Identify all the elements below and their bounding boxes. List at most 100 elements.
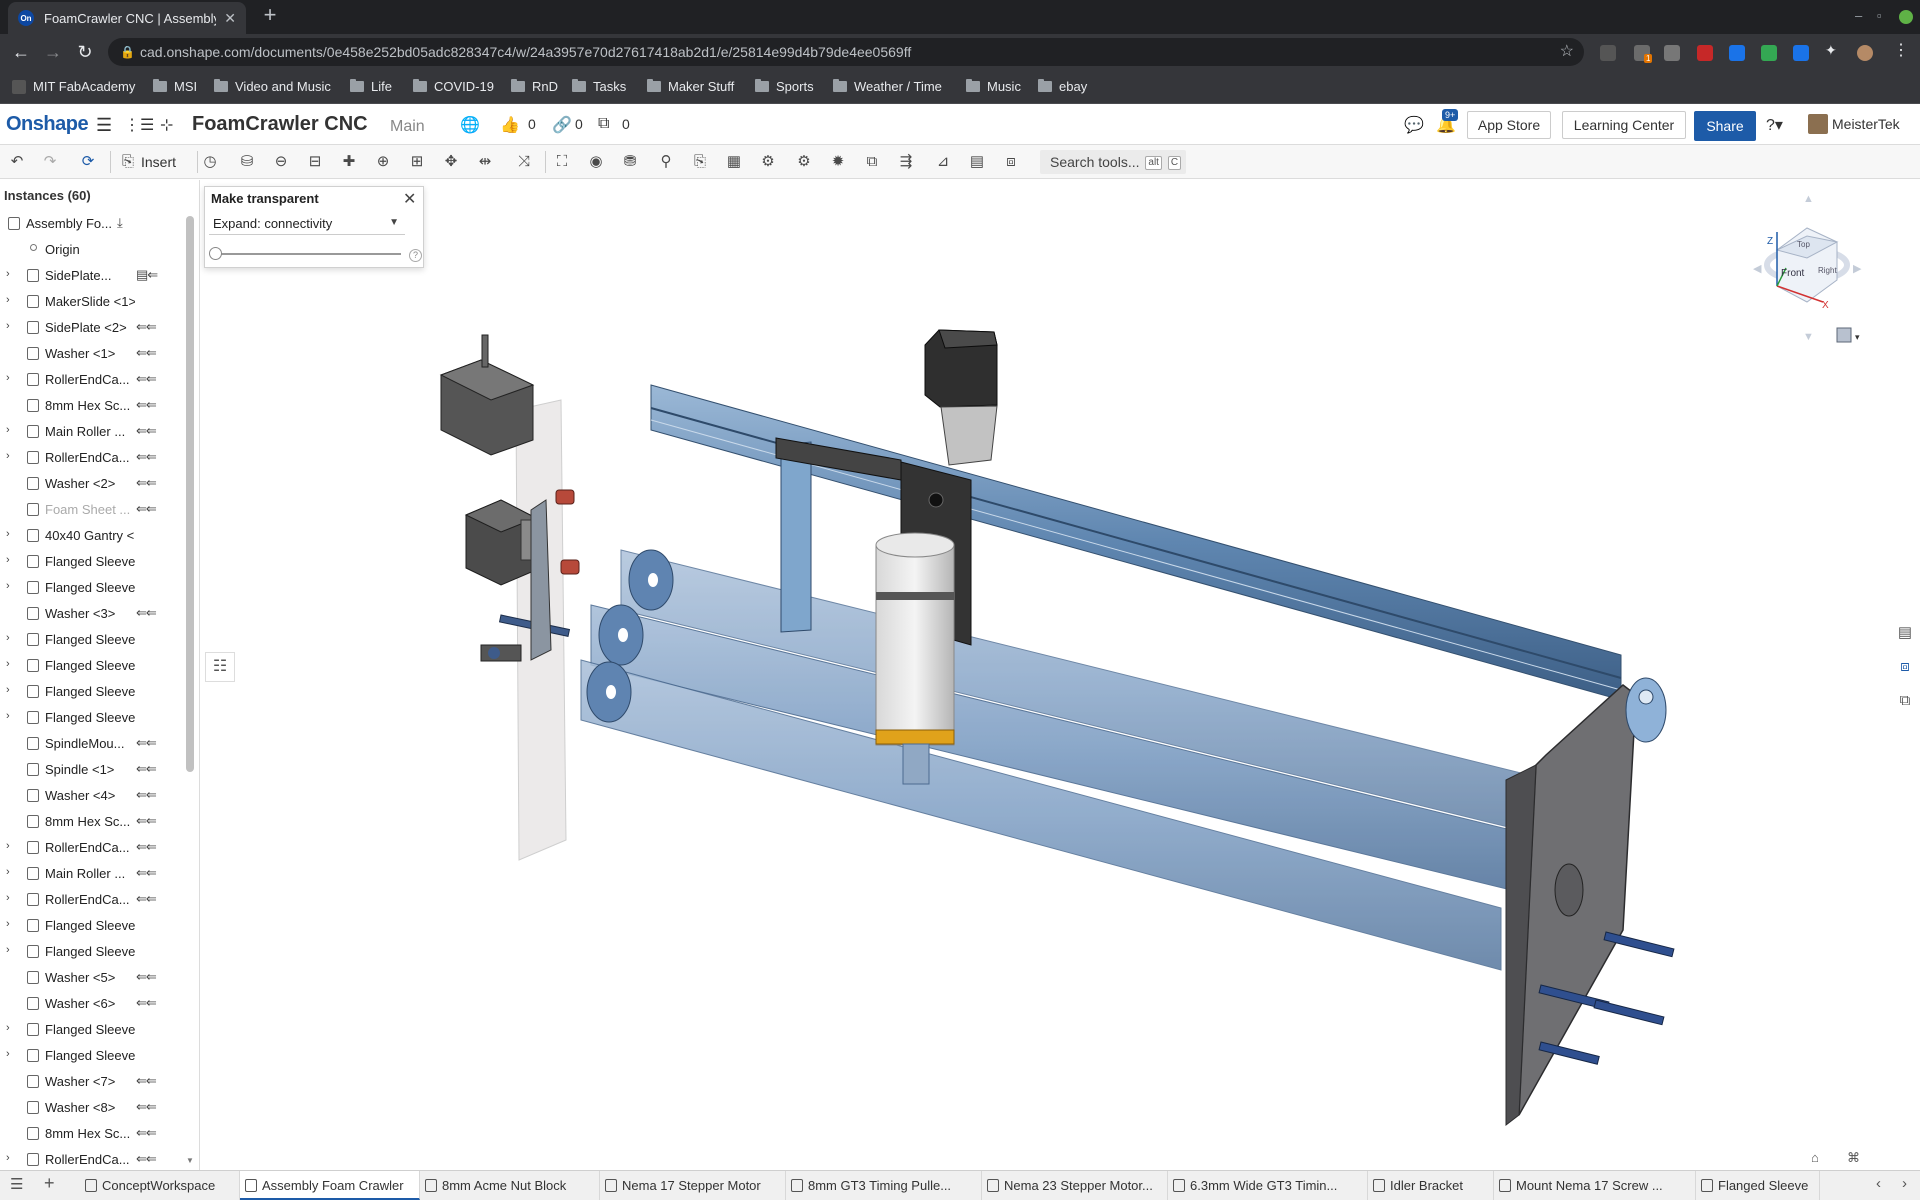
feature-list-icon[interactable]: ⋮☰	[124, 115, 154, 135]
circular-pattern-icon[interactable]: ⎘	[690, 152, 710, 172]
instance-tree-item[interactable]: Foam Sheet ... ⇐⇐	[0, 496, 190, 522]
width-mate-icon[interactable]: ⇶	[896, 152, 916, 172]
learning-center-button[interactable]: Learning Center	[1562, 111, 1686, 139]
fastened-mate-icon[interactable]: ⛁	[237, 152, 257, 172]
instance-tree-item[interactable]: Washer <2> ⇐⇐	[0, 470, 190, 496]
instance-tree-item[interactable]: › MakerSlide <1>	[0, 288, 190, 314]
mirror-icon[interactable]: ▦	[724, 152, 744, 172]
expand-chevron-icon[interactable]: ›	[6, 268, 10, 280]
close-tab-icon[interactable]: ✕	[224, 10, 236, 27]
element-tab[interactable]: Nema 17 Stepper Motor	[600, 1171, 786, 1200]
instance-tree-item[interactable]: 8mm Hex Sc... ⇐⇐	[0, 808, 190, 834]
search-tools-input[interactable]: Search tools... alt C	[1040, 150, 1186, 174]
element-tab[interactable]: Assembly Foam Crawler	[240, 1171, 420, 1200]
nema-23-stepper-motor[interactable]	[439, 334, 535, 456]
restore-window-icon[interactable]: ▫	[1877, 8, 1882, 23]
element-tab[interactable]: Mount Nema 17 Screw ...	[1494, 1171, 1696, 1200]
view-options-icon[interactable]	[1836, 327, 1852, 343]
configurations-panel-icon[interactable]: ⧉	[1892, 688, 1918, 714]
onshape-logo[interactable]: Onshape	[6, 113, 89, 136]
expand-chevron-icon[interactable]: ›	[6, 840, 10, 852]
parallel-mate-icon[interactable]: ⇹	[475, 152, 495, 172]
z-axis-stepper-motor[interactable]	[924, 329, 998, 466]
mate-connector-icon[interactable]: ◉	[586, 152, 606, 172]
rotate-right-icon[interactable]: ▶	[1853, 263, 1862, 275]
tab-list-icon[interactable]: ☰	[10, 1175, 23, 1193]
instance-tree-item[interactable]: › Flanged Sleeve Bea...	[0, 626, 190, 652]
bookmark-folder[interactable]: Weather / Time	[833, 79, 942, 94]
viewcube-front-label[interactable]: Front	[1781, 268, 1805, 279]
element-tab[interactable]: 8mm GT3 Timing Pulle...	[786, 1171, 982, 1200]
expand-mode-select[interactable]: Expand: connectivity ▼	[209, 213, 405, 235]
user-avatar[interactable]	[1808, 114, 1828, 134]
instance-tree-item[interactable]: › Flanged Sleeve Bea...	[0, 548, 190, 574]
undo-icon[interactable]: ↶	[7, 152, 27, 172]
expand-chevron-icon[interactable]: ›	[6, 658, 10, 670]
rotate-down-icon[interactable]: ▼	[1803, 331, 1814, 343]
element-tab[interactable]: Flanged Sleeve	[1696, 1171, 1820, 1200]
viewcube-right-label[interactable]: Right	[1818, 266, 1837, 275]
expand-chevron-icon[interactable]: ›	[6, 580, 10, 592]
help-icon[interactable]: ?	[409, 249, 422, 262]
forward-icon[interactable]: →	[42, 41, 64, 63]
extension-link-icon[interactable]	[1664, 45, 1680, 61]
scroll-down-icon[interactable]: ▼	[186, 1156, 194, 1165]
expand-chevron-icon[interactable]: ›	[6, 320, 10, 332]
instance-tree-item[interactable]: Assembly Fo... ⤓	[0, 210, 190, 236]
extension-layers-icon[interactable]	[1729, 45, 1745, 61]
planar-mate-icon[interactable]: ⊞	[407, 152, 427, 172]
bookmark-folder[interactable]: Tasks	[572, 79, 626, 94]
branch-name[interactable]: Main	[390, 118, 425, 136]
bom-panel-icon[interactable]: ⧈	[1892, 654, 1918, 680]
reload-icon[interactable]: ↻	[74, 41, 96, 63]
expand-chevron-icon[interactable]: ›	[6, 528, 10, 540]
group-icon[interactable]: ⛶	[552, 152, 572, 172]
back-icon[interactable]: ←	[10, 41, 32, 63]
instance-tree-item[interactable]: SpindleMou... ⇐⇐	[0, 730, 190, 756]
expand-chevron-icon[interactable]: ›	[6, 1048, 10, 1060]
instance-tree-item[interactable]: › RollerEndCa... ⇐⇐	[0, 444, 190, 470]
new-tab-button[interactable]: +	[258, 4, 282, 28]
element-tab[interactable]: Idler Bracket	[1368, 1171, 1494, 1200]
instance-tree-item[interactable]: › SidePlate <2> ⇐⇐	[0, 314, 190, 340]
instance-tree-item[interactable]: › Flanged Sleeve Bea...	[0, 704, 190, 730]
extension-shield-icon[interactable]	[1761, 45, 1777, 61]
bookmark-folder[interactable]: MSI	[153, 79, 197, 94]
pin-slot-mate-icon[interactable]: ⊕	[373, 152, 393, 172]
instance-tree-item[interactable]: › Flanged Sleeve Bea...	[0, 912, 190, 938]
extensions-puzzle-icon[interactable]: ✦	[1825, 42, 1841, 58]
extension-sa-icon[interactable]	[1600, 45, 1616, 61]
slider-mate-icon[interactable]: ⊟	[305, 152, 325, 172]
transparency-slider-track[interactable]	[215, 253, 401, 255]
replicate-icon[interactable]: ⛃	[620, 152, 640, 172]
element-tab[interactable]: Nema 23 Stepper Motor...	[982, 1171, 1168, 1200]
profile-avatar[interactable]	[1857, 45, 1873, 61]
measure-icon[interactable]: ⊿	[933, 152, 953, 172]
globe-icon[interactable]: 🌐	[460, 115, 480, 135]
assembly-3d-model[interactable]: Top Front Right X Z ▲ ◀ ▶ ▼ ▾ ⌂ ⌘	[201, 180, 1889, 1170]
instance-tree-item[interactable]: Washer <3> ⇐⇐	[0, 600, 190, 626]
named-views-icon[interactable]: ⌘	[1847, 1150, 1860, 1165]
instance-tree-item[interactable]: Washer <1> ⇐⇐	[0, 340, 190, 366]
bookmark-folder[interactable]: Life	[350, 79, 392, 94]
instance-tree-item[interactable]: Washer <4> ⇐⇐	[0, 782, 190, 808]
element-tab[interactable]: 8mm Acme Nut Block	[420, 1171, 600, 1200]
user-menu[interactable]: MeisterTek	[1832, 116, 1900, 132]
tabs-scroll-right-icon[interactable]: ›	[1902, 1175, 1907, 1192]
expand-chevron-icon[interactable]: ›	[6, 450, 10, 462]
view-cube[interactable]: Top Front Right X Z ▲ ◀ ▶ ▼ ▾	[1753, 193, 1862, 343]
expand-chevron-icon[interactable]: ›	[6, 866, 10, 878]
instance-tree[interactable]: Assembly Fo... ⤓ Origin › SidePlate... ▤⇐ › Mak…	[0, 210, 190, 1168]
rack-pinion-icon[interactable]: ⚙	[794, 152, 814, 172]
refresh-icon[interactable]: ⟳	[78, 152, 98, 172]
linear-relation-icon[interactable]: ⧉	[862, 152, 882, 172]
right-side-plate[interactable]	[1505, 677, 1675, 1127]
properties-panel-icon[interactable]: ▤	[1892, 620, 1918, 646]
bookmark-folder[interactable]: RnD	[511, 79, 558, 94]
instance-tree-icon[interactable]: ⊹	[160, 115, 173, 135]
close-icon[interactable]: ✕	[403, 189, 416, 209]
expand-chevron-icon[interactable]: ›	[6, 1152, 10, 1164]
tabs-scroll-left-icon[interactable]: ‹	[1876, 1175, 1881, 1192]
instance-tree-item[interactable]: Origin	[0, 236, 190, 262]
section-view-icon[interactable]: ▤	[967, 152, 987, 172]
